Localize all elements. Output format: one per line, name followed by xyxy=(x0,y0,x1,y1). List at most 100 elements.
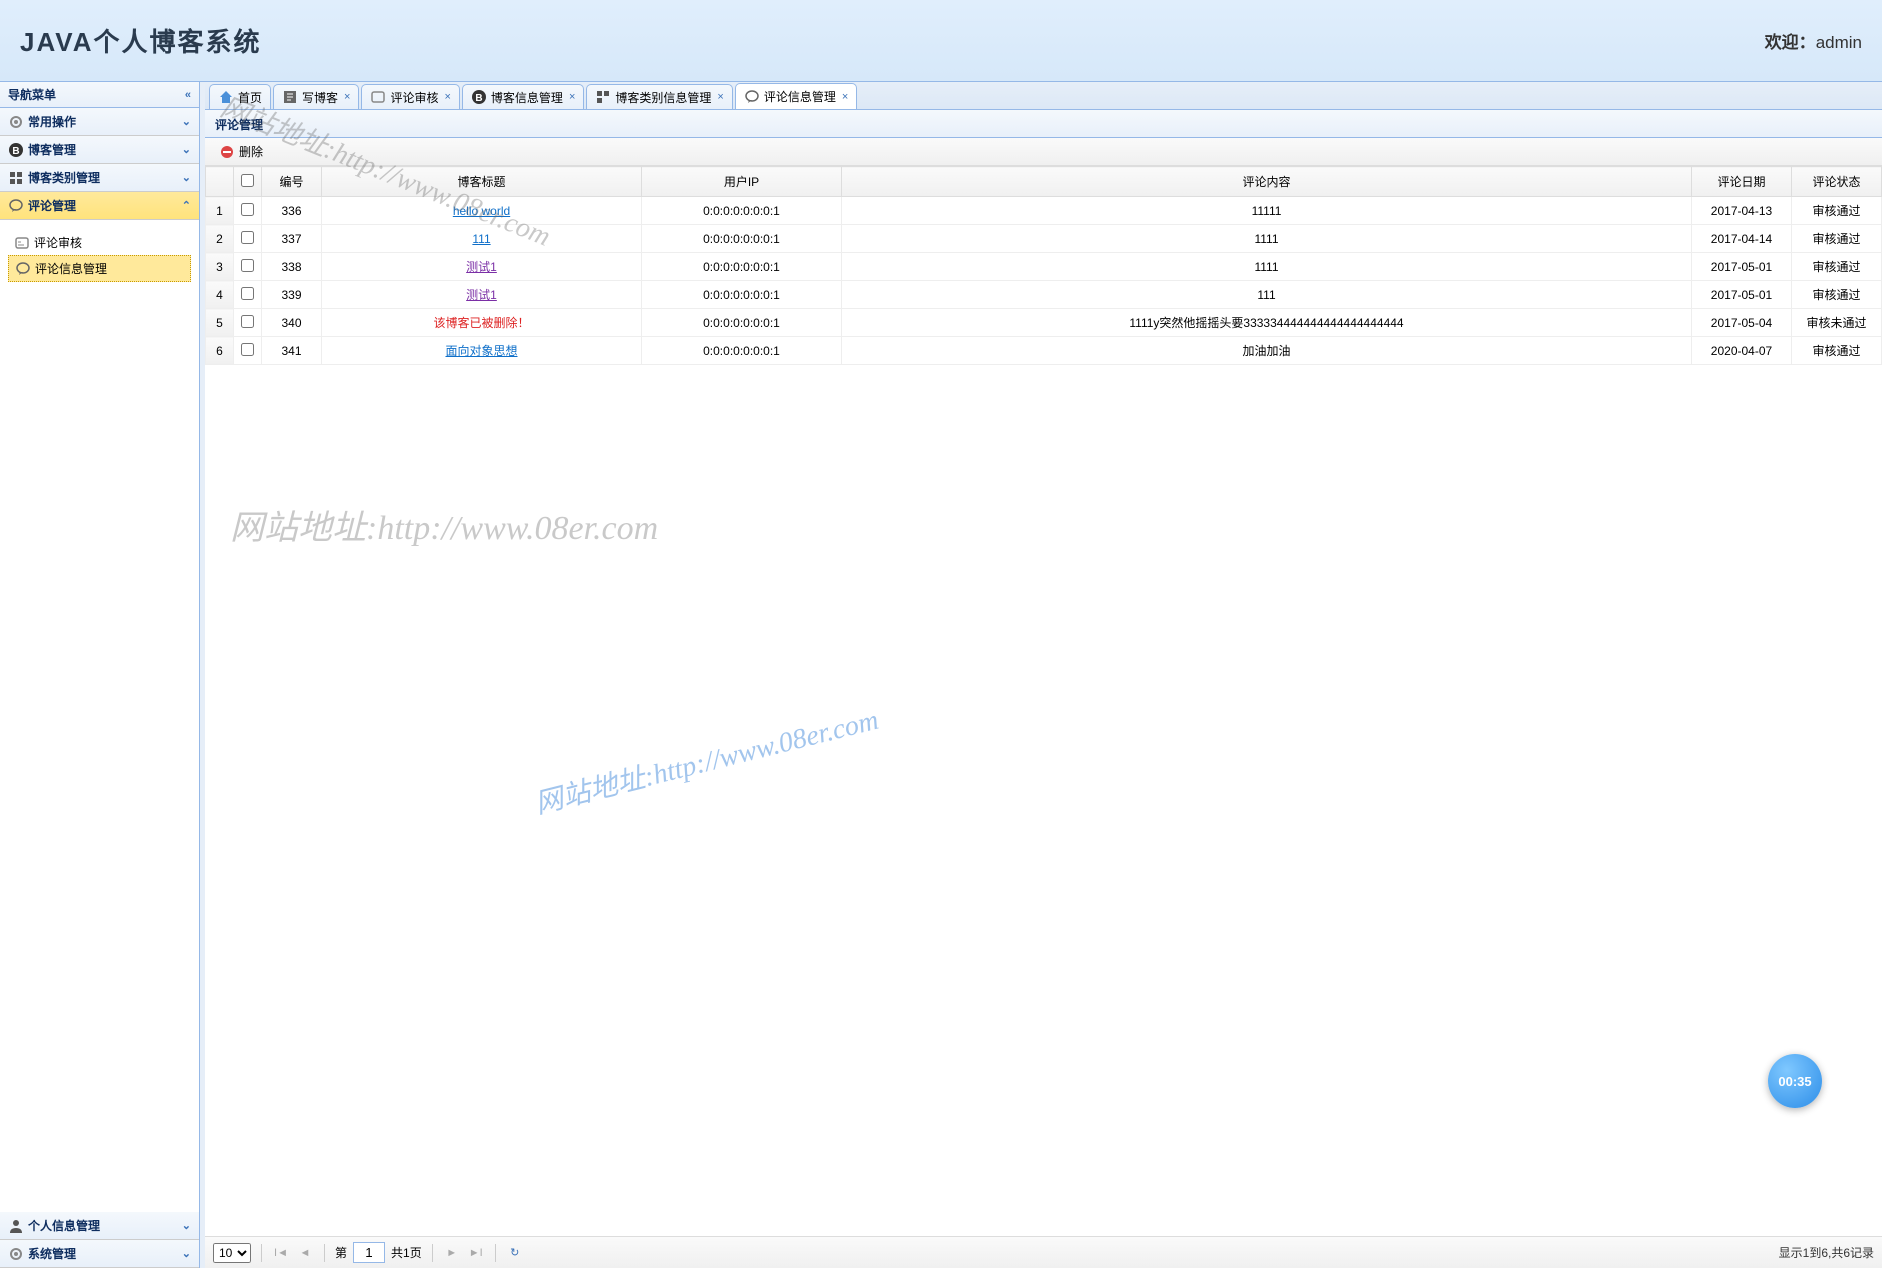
col-content[interactable]: 评论内容 xyxy=(842,167,1692,197)
cell-id: 341 xyxy=(262,337,322,365)
prev-page-button[interactable]: ◄ xyxy=(296,1244,314,1262)
row-checkbox-cell xyxy=(234,281,262,309)
sidebar-section-system[interactable]: 系统管理 ⌄ xyxy=(0,1240,199,1268)
comment-icon xyxy=(15,261,31,277)
blog-title-link[interactable]: hello world xyxy=(453,204,510,218)
col-id[interactable]: 编号 xyxy=(262,167,322,197)
chevron-down-icon: ⌄ xyxy=(182,1219,191,1232)
col-status[interactable]: 评论状态 xyxy=(1792,167,1882,197)
cell-ip: 0:0:0:0:0:0:0:1 xyxy=(642,253,842,281)
col-date[interactable]: 评论日期 xyxy=(1692,167,1792,197)
last-page-button[interactable]: ►I xyxy=(467,1244,485,1262)
delete-button[interactable]: 删除 xyxy=(213,141,269,162)
page-input[interactable] xyxy=(353,1242,385,1263)
blog-title-link[interactable]: 测试1 xyxy=(466,260,497,274)
sidebar-section-comment[interactable]: 评论管理 ⌃ xyxy=(0,192,199,220)
row-checkbox[interactable] xyxy=(241,315,254,328)
table-row[interactable]: 1 336 hello world 0:0:0:0:0:0:0:1 11111 … xyxy=(206,197,1882,225)
pager: 10 I◄ ◄ 第 共1页 ► ►I ↻ 显示1到6,共6记录 xyxy=(205,1236,1882,1268)
collapse-icon[interactable]: « xyxy=(185,89,191,101)
cell-ip: 0:0:0:0:0:0:0:1 xyxy=(642,309,842,337)
col-title[interactable]: 博客标题 xyxy=(322,167,642,197)
col-ip[interactable]: 用户IP xyxy=(642,167,842,197)
cell-id: 336 xyxy=(262,197,322,225)
sidebar: 导航菜单 « 常用操作 ⌄ B博客管理 ⌄ 博客类别管理 ⌄ 评论管理 ⌃ 评论… xyxy=(0,82,200,1268)
refresh-button[interactable]: ↻ xyxy=(506,1244,524,1262)
cell-ip: 0:0:0:0:0:0:0:1 xyxy=(642,225,842,253)
tab-blog-manage[interactable]: B 博客信息管理 × xyxy=(462,84,584,109)
settings-icon xyxy=(8,1246,24,1262)
row-checkbox[interactable] xyxy=(241,287,254,300)
row-checkbox[interactable] xyxy=(241,343,254,356)
data-grid: 编号 博客标题 用户IP 评论内容 评论日期 评论状态 1 336 hello … xyxy=(205,166,1882,365)
cell-date: 2017-05-04 xyxy=(1692,309,1792,337)
close-icon[interactable]: × xyxy=(569,91,575,103)
row-number: 6 xyxy=(206,337,234,365)
blog-title-link[interactable]: 面向对象思想 xyxy=(445,344,517,358)
category-icon xyxy=(8,170,24,186)
close-icon[interactable]: × xyxy=(842,91,848,103)
content-area: 首页 写博客 × 评论审核 × B 博客信息管理 × 博客类别信息管理 × xyxy=(200,82,1882,1268)
review-icon xyxy=(370,89,386,105)
row-checkbox-cell xyxy=(234,337,262,365)
close-icon[interactable]: × xyxy=(717,91,723,103)
chevron-down-icon: ⌄ xyxy=(182,1247,191,1260)
comment-icon xyxy=(8,198,24,214)
cell-title: 111 xyxy=(322,225,642,253)
sidebar-section-category[interactable]: 博客类别管理 ⌄ xyxy=(0,164,199,192)
cell-status: 审核通过 xyxy=(1792,225,1882,253)
next-page-button[interactable]: ► xyxy=(443,1244,461,1262)
tab-review[interactable]: 评论审核 × xyxy=(361,84,459,109)
cell-title: 测试1 xyxy=(322,253,642,281)
tab-write[interactable]: 写博客 × xyxy=(273,84,359,109)
close-icon[interactable]: × xyxy=(344,91,350,103)
timer-badge[interactable]: 00:35 xyxy=(1768,1054,1822,1108)
sidebar-section-common[interactable]: 常用操作 ⌄ xyxy=(0,108,199,136)
row-number: 3 xyxy=(206,253,234,281)
row-number: 5 xyxy=(206,309,234,337)
cell-content: 11111 xyxy=(842,197,1692,225)
sidebar-section-blog[interactable]: B博客管理 ⌄ xyxy=(0,136,199,164)
checkbox-header[interactable] xyxy=(234,167,262,197)
table-row[interactable]: 5 340 该博客已被删除！ 0:0:0:0:0:0:0:1 1111y突然他摇… xyxy=(206,309,1882,337)
tab-home[interactable]: 首页 xyxy=(209,84,271,109)
category-icon xyxy=(595,89,611,105)
table-row[interactable]: 4 339 测试1 0:0:0:0:0:0:0:1 111 2017-05-01… xyxy=(206,281,1882,309)
tree-item-comment-manage[interactable]: 评论信息管理 xyxy=(8,255,191,282)
row-checkbox[interactable] xyxy=(241,231,254,244)
cell-title: 测试1 xyxy=(322,281,642,309)
select-all-checkbox[interactable] xyxy=(241,174,254,187)
blog-title-link[interactable]: 测试1 xyxy=(466,288,497,302)
nav-title: 导航菜单 « xyxy=(0,82,199,108)
cell-ip: 0:0:0:0:0:0:0:1 xyxy=(642,197,842,225)
row-number: 1 xyxy=(206,197,234,225)
blog-title-link[interactable]: 111 xyxy=(472,232,490,246)
page-size-select[interactable]: 10 xyxy=(213,1243,251,1263)
tab-category-manage[interactable]: 博客类别信息管理 × xyxy=(586,84,732,109)
close-icon[interactable]: × xyxy=(444,91,450,103)
grid-container: 编号 博客标题 用户IP 评论内容 评论日期 评论状态 1 336 hello … xyxy=(205,166,1882,1236)
cell-content: 1111 xyxy=(842,225,1692,253)
table-row[interactable]: 3 338 测试1 0:0:0:0:0:0:0:1 1111 2017-05-0… xyxy=(206,253,1882,281)
row-checkbox[interactable] xyxy=(241,259,254,272)
blog-icon: B xyxy=(471,89,487,105)
cell-date: 2017-05-01 xyxy=(1692,281,1792,309)
review-icon xyxy=(14,235,30,251)
tab-comment-manage[interactable]: 评论信息管理 × xyxy=(735,83,857,109)
svg-text:B: B xyxy=(12,146,19,157)
cell-date: 2017-04-14 xyxy=(1692,225,1792,253)
header: JAVA个人博客系统 欢迎：admin xyxy=(0,0,1882,82)
chevron-up-icon: ⌃ xyxy=(182,199,191,212)
gear-icon xyxy=(8,114,24,130)
row-checkbox[interactable] xyxy=(241,203,254,216)
first-page-button[interactable]: I◄ xyxy=(272,1244,290,1262)
cell-date: 2017-04-13 xyxy=(1692,197,1792,225)
cell-content: 加油加油 xyxy=(842,337,1692,365)
delete-icon xyxy=(219,144,235,160)
table-row[interactable]: 6 341 面向对象思想 0:0:0:0:0:0:0:1 加油加油 2020-0… xyxy=(206,337,1882,365)
blog-icon: B xyxy=(8,142,24,158)
cell-status: 审核通过 xyxy=(1792,197,1882,225)
tree-item-review[interactable]: 评论审核 xyxy=(8,230,191,255)
table-row[interactable]: 2 337 111 0:0:0:0:0:0:0:1 1111 2017-04-1… xyxy=(206,225,1882,253)
sidebar-section-profile[interactable]: 个人信息管理 ⌄ xyxy=(0,1212,199,1240)
